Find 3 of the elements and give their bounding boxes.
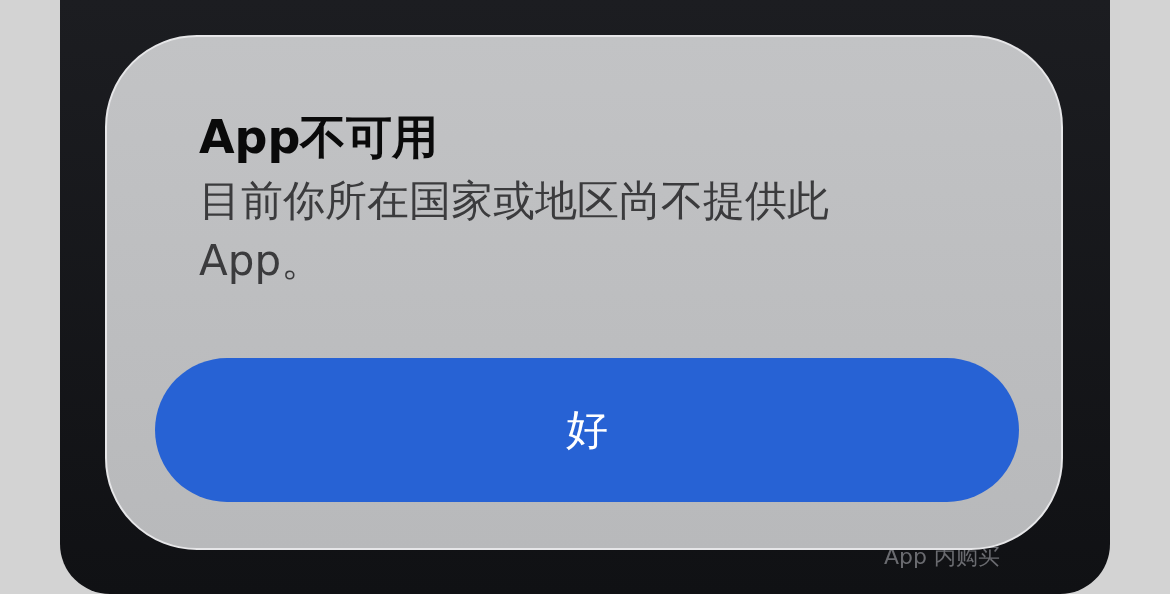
dialog-title: App不可用 [199, 109, 440, 166]
dialog-message: 目前你所在国家或地区尚不提供此App。 [199, 175, 830, 287]
ok-button[interactable]: 好 [155, 358, 1019, 502]
